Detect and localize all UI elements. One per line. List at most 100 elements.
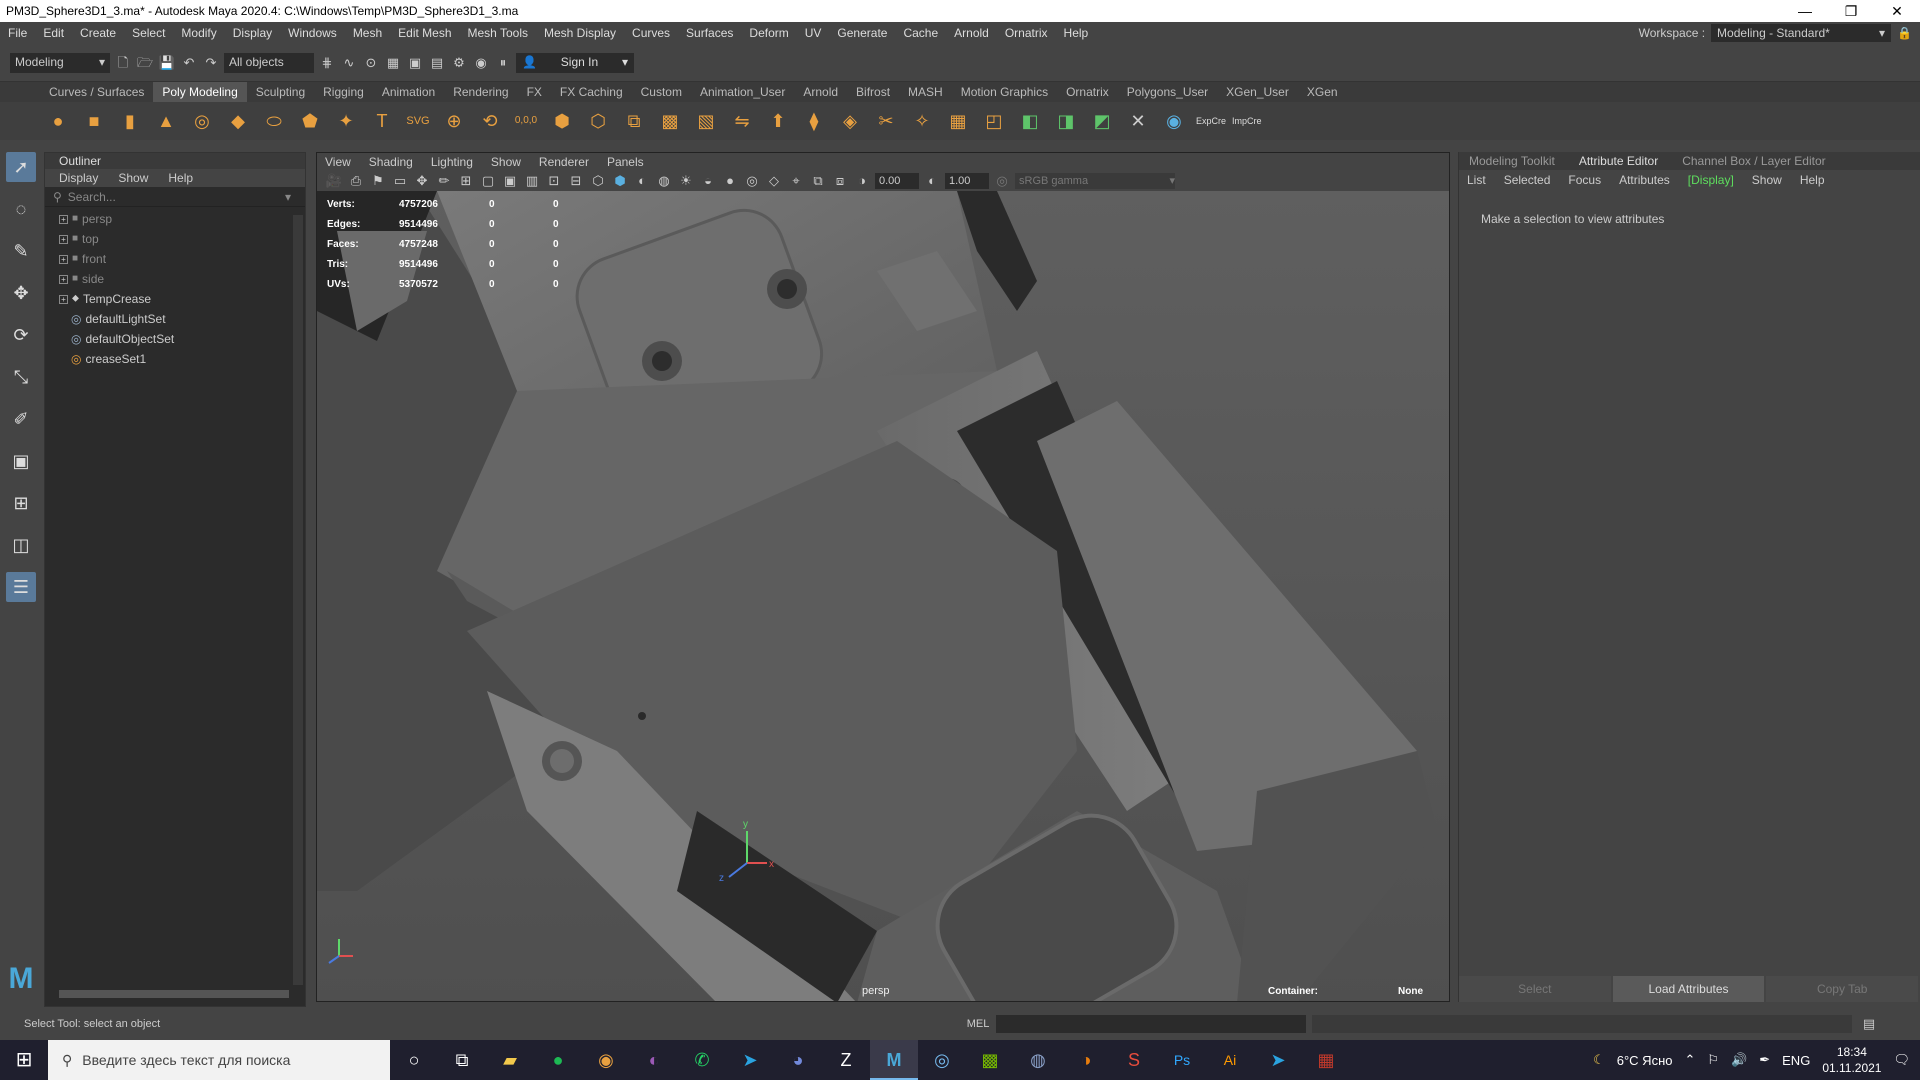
safe-action-icon[interactable]: ⊟ — [567, 172, 585, 190]
menu-mesh-display[interactable]: Mesh Display — [536, 26, 624, 40]
save-scene-icon[interactable]: 💾 — [158, 54, 176, 72]
attr-menu-display[interactable]: [Display] — [1688, 170, 1734, 190]
anti-aliasing-icon[interactable]: ◇ — [765, 172, 783, 190]
last-tool-icon[interactable]: ✐ — [6, 404, 36, 434]
viewport-menu-renderer[interactable]: Renderer — [539, 153, 589, 171]
outliner-menu-show[interactable]: Show — [118, 169, 148, 187]
exp-cre-icon[interactable]: ExpCre — [1196, 107, 1226, 135]
shelf-tab-xgen-user[interactable]: XGen_User — [1217, 82, 1298, 102]
menu-mesh[interactable]: Mesh — [345, 26, 390, 40]
menu-edit-mesh[interactable]: Edit Mesh — [390, 26, 459, 40]
tab-modeling-toolkit[interactable]: Modeling Toolkit — [1469, 152, 1555, 170]
bridge-icon[interactable]: ⧫ — [800, 107, 828, 135]
spotify-icon[interactable]: ● — [534, 1040, 582, 1080]
outliner-item-top[interactable]: + ■ top — [45, 229, 305, 249]
maximize-icon[interactable]: ❐ — [1828, 3, 1874, 20]
shelf-tab-xgen[interactable]: XGen — [1298, 82, 1347, 102]
menu-ornatrix[interactable]: Ornatrix — [997, 26, 1056, 40]
maya-taskbar-icon[interactable]: M — [870, 1040, 918, 1080]
perspective-viewport[interactable]: View Shading Lighting Show Renderer Panels 🎥 … — [316, 152, 1450, 1002]
paint-icon[interactable]: ◧ — [1016, 107, 1044, 135]
color-management-icon[interactable]: ◎ — [993, 172, 1011, 190]
close-icon[interactable]: ✕ — [1874, 3, 1920, 20]
camera-attributes-icon[interactable]: ⎙ — [347, 172, 365, 190]
viewport-menu-view[interactable]: View — [325, 153, 351, 171]
rotate-tool-icon[interactable]: ⟳ — [6, 320, 36, 350]
poly-cube-icon[interactable]: ■ — [80, 107, 108, 135]
copy-tab-button[interactable]: Copy Tab — [1766, 976, 1919, 1002]
workspace-dropdown[interactable]: Modeling - Standard* ▾ — [1711, 24, 1892, 42]
menu-curves[interactable]: Curves — [624, 26, 678, 40]
whatsapp-icon[interactable]: ✆ — [678, 1040, 726, 1080]
ambient-occlusion-icon[interactable]: ● — [721, 172, 739, 190]
exposure-field[interactable]: 0.00 — [875, 173, 919, 189]
render-settings-icon[interactable]: ⚙ — [450, 54, 468, 72]
attr-menu-focus[interactable]: Focus — [1568, 170, 1601, 190]
separate-icon[interactable]: ⬡ — [584, 107, 612, 135]
outliner-menu-display[interactable]: Display — [59, 169, 98, 187]
browser-icon[interactable]: ◎ — [918, 1040, 966, 1080]
default-material-icon[interactable]: ◐ — [633, 172, 651, 190]
view-transform-dropdown[interactable]: sRGB gamma ▾ — [1015, 173, 1175, 189]
outliner-item-defaultlightset[interactable]: ◎ defaultLightSet — [45, 309, 305, 329]
pause-icon[interactable]: ⏸ — [494, 54, 512, 72]
two-d-pan-icon[interactable]: ✥ — [413, 172, 431, 190]
discord-icon[interactable]: ◕ — [774, 1040, 822, 1080]
poly-sphere-icon[interactable]: ● — [44, 107, 72, 135]
outliner-item-front[interactable]: + ■ front — [45, 249, 305, 269]
paint-select-icon[interactable]: ✎ — [6, 236, 36, 266]
xray-joints-icon[interactable]: ⧈ — [831, 172, 849, 190]
night-light-icon[interactable]: ☾ — [1593, 1052, 1605, 1068]
shelf-tab-motion-graphics[interactable]: Motion Graphics — [952, 82, 1057, 102]
viewport-scene[interactable]: y x z — [317, 191, 1450, 1002]
lasso-tool-icon[interactable]: ◌ — [6, 194, 36, 224]
film-gate-icon[interactable]: ▢ — [479, 172, 497, 190]
podcast-app-icon[interactable]: ◐ — [630, 1040, 678, 1080]
attr-menu-help[interactable]: Help — [1800, 170, 1825, 190]
four-view-layout-icon[interactable]: ⊞ — [6, 488, 36, 518]
zbrush-icon[interactable]: Z — [822, 1040, 870, 1080]
load-attributes-button[interactable]: Load Attributes — [1612, 976, 1765, 1002]
planar-map-icon[interactable]: ◰ — [980, 107, 1008, 135]
poly-cone-icon[interactable]: ▲ — [152, 107, 180, 135]
target-weld-icon[interactable]: ✧ — [908, 107, 936, 135]
select-button[interactable]: Select — [1459, 976, 1611, 1002]
render-icon[interactable]: ▣ — [406, 54, 424, 72]
shelf-tab-animation[interactable]: Animation — [373, 82, 444, 102]
shelf-tab-bifrost[interactable]: Bifrost — [847, 82, 899, 102]
extract-icon[interactable]: ⧉ — [620, 107, 648, 135]
menu-windows[interactable]: Windows — [280, 26, 345, 40]
isolate-select-icon[interactable]: ⌖ — [787, 172, 805, 190]
taskbar-search[interactable]: ⚲ Введите здесь текст для поиска — [48, 1040, 390, 1080]
attr-menu-attributes[interactable]: Attributes — [1619, 170, 1670, 190]
menu-arnold[interactable]: Arnold — [946, 26, 997, 40]
expand-icon[interactable]: + — [59, 254, 68, 264]
sculpt-icon[interactable]: ◨ — [1052, 107, 1080, 135]
command-input[interactable] — [996, 1015, 1306, 1033]
reset-transform-icon[interactable]: ⟲ — [476, 107, 504, 135]
redo-icon[interactable]: ↷ — [202, 54, 220, 72]
shelf-tab-animation-user[interactable]: Animation_User — [691, 82, 794, 102]
shelf-tab-rigging[interactable]: Rigging — [314, 82, 373, 102]
attr-menu-show[interactable]: Show — [1752, 170, 1782, 190]
uv-editor-icon[interactable]: ▦ — [944, 107, 972, 135]
textured-icon[interactable]: ◍ — [655, 172, 673, 190]
shelf-tab-curves-surfaces[interactable]: Curves / Surfaces — [40, 82, 153, 102]
open-scene-icon[interactable]: 🗁 — [136, 54, 154, 72]
mel-toggle[interactable]: MEL — [960, 1018, 996, 1030]
task-view-icon[interactable]: ⧉ — [438, 1040, 486, 1080]
expand-icon[interactable]: + — [59, 294, 68, 304]
extrude-icon[interactable]: ⬆ — [764, 107, 792, 135]
expand-icon[interactable]: + — [59, 214, 68, 224]
telegram-icon[interactable]: ➤ — [726, 1040, 774, 1080]
measure-tool-icon[interactable]: ⊕ — [440, 107, 468, 135]
grid-toggle-icon[interactable]: ⊞ — [457, 172, 475, 190]
poly-plane-icon[interactable]: ◆ — [224, 107, 252, 135]
shelf-tab-poly-modeling[interactable]: Poly Modeling — [153, 82, 247, 102]
taskbar-search-input[interactable]: Введите здесь текст для поиска — [82, 1052, 290, 1068]
multi-cut-icon[interactable]: ✂ — [872, 107, 900, 135]
freeze-transform-icon[interactable]: 0,0,0 — [512, 107, 540, 135]
viewport-menu-panels[interactable]: Panels — [607, 153, 644, 171]
new-scene-icon[interactable]: 🗋 — [114, 54, 132, 72]
pen-icon[interactable]: ✒ — [1759, 1052, 1770, 1068]
